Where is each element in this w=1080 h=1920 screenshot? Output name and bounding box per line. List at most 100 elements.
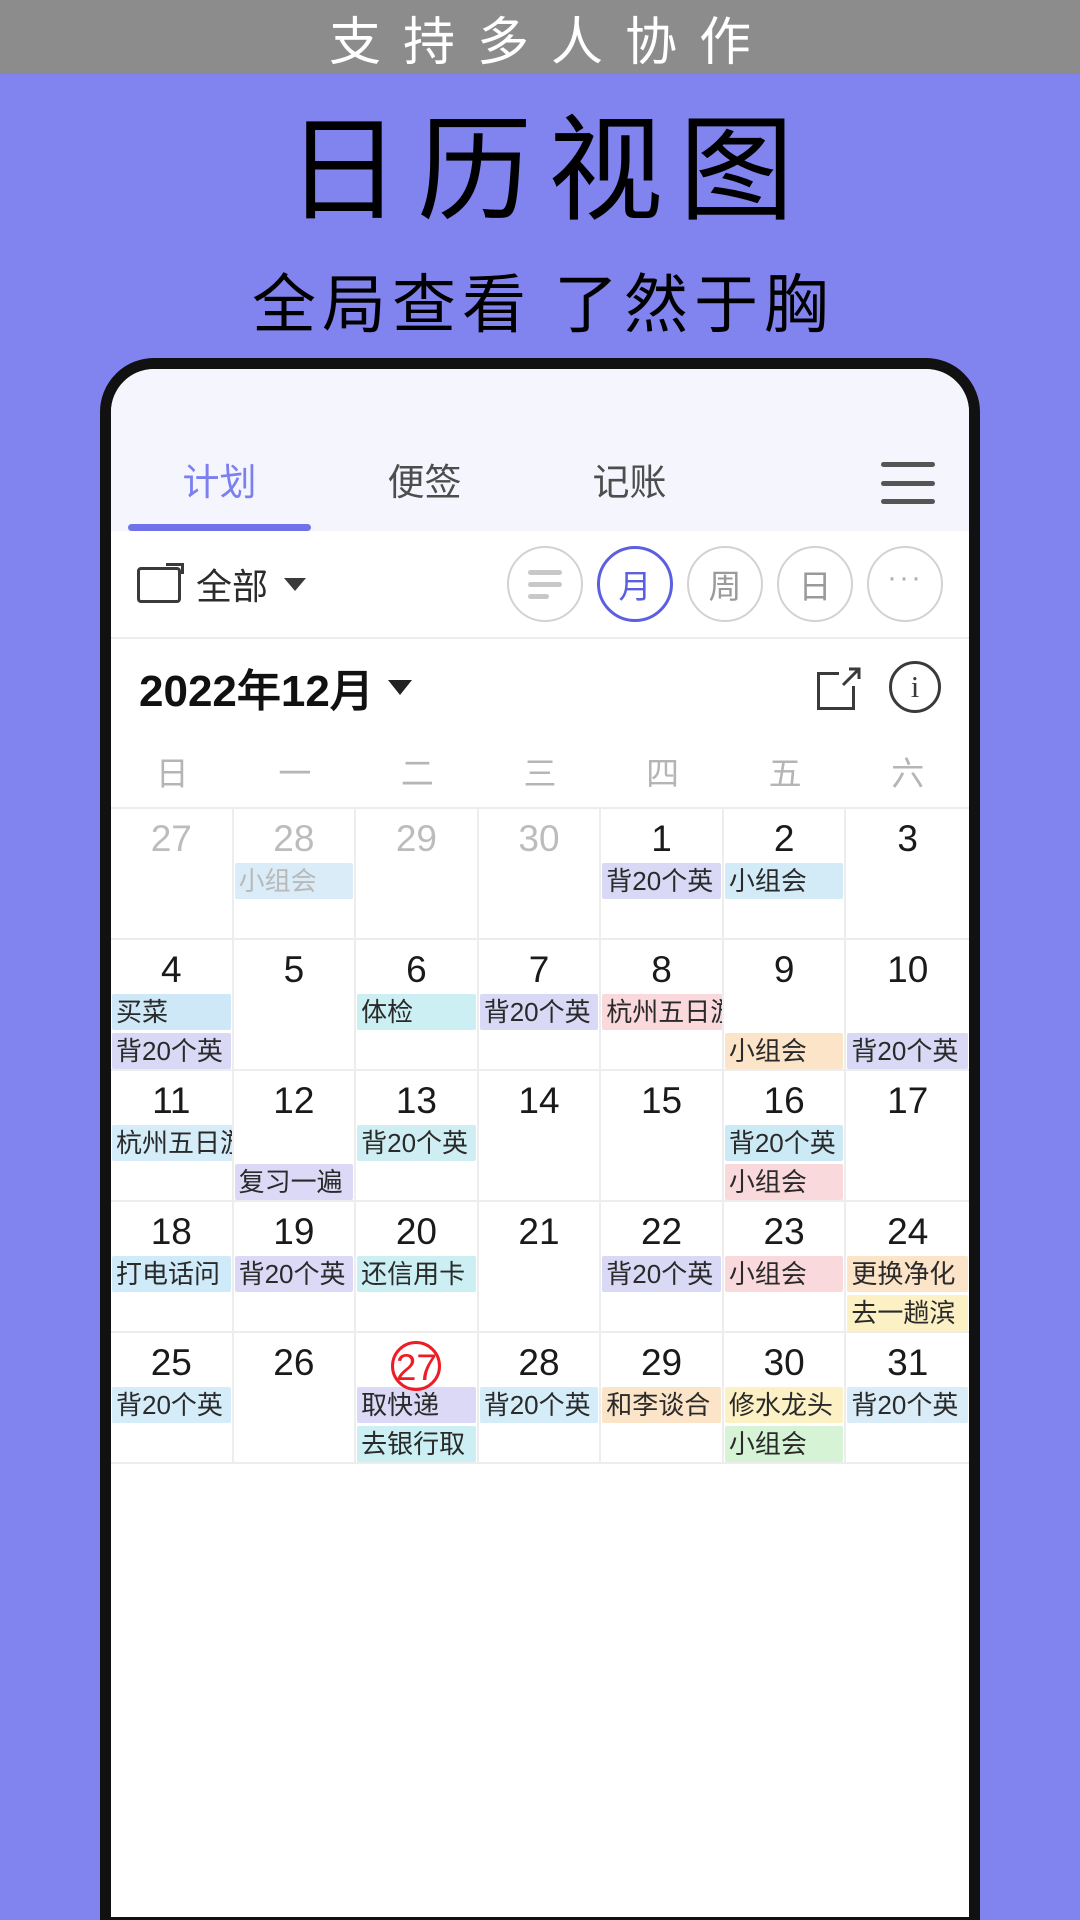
event-chip[interactable]: 体检 — [357, 994, 476, 1030]
event-chip[interactable]: 背20个英 — [479, 1387, 599, 1423]
phone-mockup: 计划 便签 记账 全部 月 周 日 ··· 2022年12月 i 日 一 二 三… — [100, 358, 980, 1920]
event-chip[interactable]: 背20个英 — [847, 1033, 968, 1069]
event-chip[interactable]: 小组会 — [234, 863, 354, 899]
view-month-label: 月 — [618, 568, 652, 605]
folder-filter[interactable]: 全部 — [137, 558, 307, 610]
calendar-day-cell[interactable]: 8 杭州五日游 — [601, 940, 724, 1071]
event-chip[interactable]: 去银行取 — [357, 1426, 476, 1462]
day-events: 背20个英 — [234, 1256, 355, 1292]
calendar-day-cell[interactable]: 16背20个英小组会买菜 — [723, 1071, 847, 1202]
calendar-day-cell[interactable]: 24 更换净化 去一趟滨 — [846, 1202, 969, 1333]
weekday-sun: 日 — [155, 755, 189, 792]
calendar-day-cell[interactable]: 17 — [846, 1071, 969, 1202]
calendar-day-cell[interactable]: 10 背20个英 — [846, 940, 969, 1071]
calendar-day-cell[interactable]: 14 — [478, 1071, 602, 1202]
calendar-day-cell[interactable]: 27 — [111, 809, 234, 940]
calendar-day-cell[interactable]: 21 — [478, 1202, 602, 1333]
share-external-icon[interactable] — [817, 664, 863, 710]
day-number: 20 — [395, 1211, 437, 1252]
event-chip[interactable]: 取快递 — [357, 1387, 476, 1423]
event-chip[interactable]: 背20个英 — [602, 863, 721, 899]
event-chip[interactable]: 小组会 — [724, 1256, 844, 1292]
event-chip[interactable]: 复习一遍 — [234, 1164, 354, 1200]
event-chip[interactable]: 去一趟滨 — [847, 1295, 968, 1331]
month-header-actions: i — [817, 661, 941, 713]
event-chip[interactable]: 买菜 — [112, 994, 231, 1030]
day-events: 背20个英 — [356, 1125, 477, 1161]
app-tab-bar: 计划 便签 记账 — [111, 435, 969, 531]
day-events: 背20个英小组会买菜 — [724, 1125, 845, 1200]
calendar-day-cell[interactable]: 29 和李谈合 — [601, 1333, 724, 1464]
day-number: 13 — [395, 1080, 437, 1121]
info-circle-icon[interactable]: i — [889, 661, 941, 713]
tab-accounting[interactable]: 记账 — [527, 435, 732, 531]
event-chip[interactable]: 杭州五日游 — [112, 1125, 232, 1161]
calendar-day-cell[interactable]: 29 — [356, 809, 479, 940]
calendar-day-cell[interactable]: 1 背20个英 — [601, 809, 724, 940]
tab-plan[interactable]: 计划 — [117, 435, 322, 531]
day-events: 小组会 — [724, 863, 845, 899]
weekday-mon: 一 — [278, 755, 312, 792]
calendar-day-cell[interactable]: 2 小组会 — [723, 809, 847, 940]
event-chip[interactable]: 背20个英 — [479, 994, 599, 1030]
calendar-day-cell[interactable]: 6 体检 — [356, 940, 479, 1071]
event-chip[interactable]: 背20个英 — [234, 1256, 354, 1292]
calendar-day-cell[interactable]: 5 — [233, 940, 357, 1071]
hamburger-menu-icon[interactable] — [881, 462, 935, 504]
calendar-day-cell[interactable]: 11 杭州五日游 — [111, 1071, 234, 1202]
view-more-button[interactable]: ··· — [867, 546, 943, 622]
tab-notes[interactable]: 便签 — [322, 435, 527, 531]
calendar-day-cell[interactable]: 15 — [601, 1071, 724, 1202]
day-events: 小组会 — [234, 863, 355, 899]
event-chip[interactable]: 小组会 — [724, 1033, 844, 1069]
event-chip[interactable]: 背20个英 — [357, 1125, 476, 1161]
chevron-down-icon[interactable] — [387, 679, 412, 695]
calendar-day-cell[interactable]: 20 还信用卡 — [356, 1202, 479, 1333]
calendar-day-cell[interactable]: 7 背20个英 — [478, 940, 602, 1071]
event-chip[interactable]: 更换净化 — [847, 1256, 968, 1292]
calendar-day-cell[interactable]: 4 买菜 背20个英 — [111, 940, 234, 1071]
calendar-day-cell[interactable]: 27取快递去银行取买菜 — [356, 1333, 479, 1464]
calendar-day-cell[interactable]: 12 复习一遍 — [233, 1071, 357, 1202]
view-month-button[interactable]: 月 — [597, 546, 673, 622]
day-events: 还信用卡 — [356, 1256, 477, 1292]
calendar-day-cell[interactable]: 30 — [478, 809, 602, 940]
day-number: 6 — [406, 949, 427, 990]
calendar-day-cell[interactable]: 25 背20个英 — [111, 1333, 234, 1464]
calendar-day-cell[interactable]: 22 背20个英 — [601, 1202, 724, 1333]
calendar-day-cell[interactable]: 26 — [233, 1333, 357, 1464]
calendar-day-cell[interactable]: 3 — [846, 809, 969, 940]
event-chip[interactable]: 小组会 — [724, 863, 844, 899]
view-list-button[interactable] — [507, 546, 583, 622]
calendar-day-cell[interactable]: 28 小组会 — [233, 809, 357, 940]
calendar-day-cell[interactable]: 28 背20个英 — [478, 1333, 602, 1464]
menu-line-3 — [881, 499, 935, 504]
calendar-day-cell[interactable]: 18 打电话问 — [111, 1202, 234, 1333]
calendar-day-cell[interactable]: 30 修水龙头 小组会 — [723, 1333, 847, 1464]
event-chip[interactable]: 背20个英 — [112, 1033, 231, 1069]
menu-line-1 — [881, 462, 935, 467]
event-chip[interactable]: 背20个英 — [112, 1387, 231, 1423]
event-chip[interactable]: 杭州五日游 — [602, 994, 722, 1030]
view-day-button[interactable]: 日 — [777, 546, 853, 622]
event-chip[interactable]: 小组会 — [724, 1426, 844, 1462]
day-number: 18 — [150, 1211, 192, 1252]
event-chip[interactable]: 还信用卡 — [357, 1256, 476, 1292]
view-day-label: 日 — [798, 568, 832, 605]
event-chip[interactable]: 打电话问 — [112, 1256, 231, 1292]
month-title[interactable]: 2022年12月 — [139, 655, 374, 719]
event-chip[interactable]: 背20个英 — [847, 1387, 968, 1423]
day-number: 14 — [518, 1080, 560, 1121]
event-chip[interactable]: 小组会 — [724, 1164, 844, 1200]
calendar-day-cell[interactable]: 9 小组会 — [723, 940, 847, 1071]
event-chip[interactable]: 修水龙头 — [724, 1387, 844, 1423]
calendar-day-cell[interactable]: 13 背20个英 — [356, 1071, 479, 1202]
event-chip[interactable]: 和李谈合 — [602, 1387, 721, 1423]
event-chip[interactable]: 背20个英 — [724, 1125, 844, 1161]
calendar-day-cell[interactable]: 19 背20个英 — [233, 1202, 357, 1333]
calendar-day-cell[interactable]: 31 背20个英 — [846, 1333, 969, 1464]
calendar-day-cell[interactable]: 23 小组会 — [723, 1202, 847, 1333]
view-week-button[interactable]: 周 — [687, 546, 763, 622]
day-events: 背20个英 — [479, 1387, 600, 1423]
event-chip[interactable]: 背20个英 — [602, 1256, 721, 1292]
